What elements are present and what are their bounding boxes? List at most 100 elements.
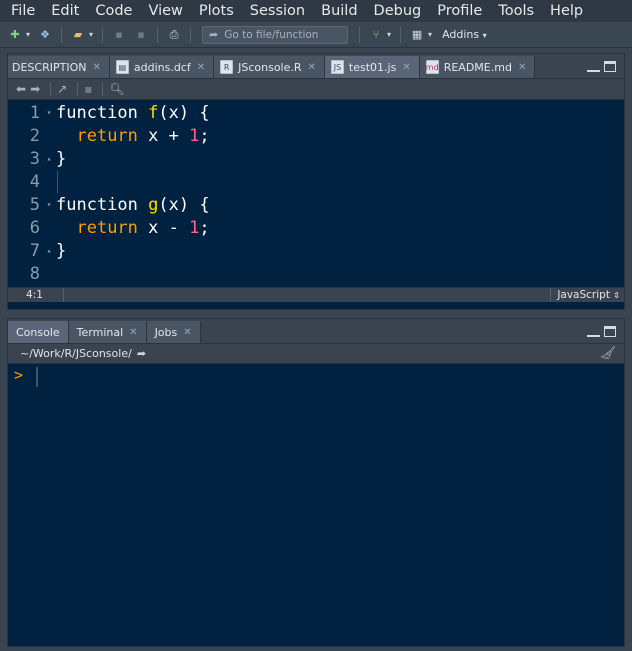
tab-label: Terminal: [76, 325, 124, 339]
toolbar-separator: [61, 26, 63, 43]
line-number: 5: [29, 194, 40, 215]
code-text: }: [56, 240, 67, 261]
line-number: 4: [29, 171, 40, 192]
line-number: 8: [29, 263, 40, 284]
new-file-dropdown-icon[interactable]: ▾: [26, 30, 30, 39]
tab-test01-js[interactable]: JS test01.js ✕: [324, 56, 420, 78]
minimize-pane-icon[interactable]: [587, 326, 600, 337]
toolbar-separator: [400, 26, 402, 43]
line-number: 3: [29, 148, 40, 169]
tab-label: test01.js: [348, 60, 397, 74]
back-arrow-icon[interactable]: ⬅: [16, 82, 26, 96]
open-dropdown-icon[interactable]: ▾: [89, 30, 93, 39]
console-prompt: >: [14, 366, 24, 384]
tab-jobs[interactable]: Jobs ✕: [146, 321, 201, 343]
print-icon[interactable]: ⎙: [165, 27, 183, 43]
go-to-placeholder: Go to file/function: [224, 28, 319, 41]
forward-arrow-icon[interactable]: ➡: [30, 82, 40, 96]
maximize-pane-icon[interactable]: [604, 326, 616, 337]
close-icon[interactable]: ✕: [92, 62, 100, 73]
go-to-dir-icon[interactable]: ➦: [137, 347, 146, 360]
console-output[interactable]: >: [8, 364, 624, 624]
code-line: 2 return x + 1;: [8, 124, 624, 147]
file-icon: ▤: [115, 60, 129, 74]
source-editor-pane: DESCRIPTION ✕ ▤ addins.dcf ✕ R JSconsole…: [7, 53, 625, 310]
menu-session[interactable]: Session: [250, 0, 305, 22]
show-in-window-icon[interactable]: ↗: [57, 82, 67, 96]
menu-tools[interactable]: Tools: [498, 0, 534, 22]
menu-plots[interactable]: Plots: [199, 0, 234, 22]
clear-console-icon[interactable]: 🧹︎: [599, 346, 616, 361]
close-icon[interactable]: ✕: [518, 62, 526, 73]
pane-controls: [587, 61, 616, 72]
go-to-arrow-icon: ➦: [209, 28, 219, 41]
menu-view[interactable]: View: [148, 0, 182, 22]
tab-label: Console: [16, 325, 60, 339]
menu-build[interactable]: Build: [321, 0, 357, 22]
new-project-icon[interactable]: ❖: [36, 27, 54, 43]
close-icon[interactable]: ✕: [197, 62, 205, 73]
fold-arrow-icon[interactable]: ▾: [42, 200, 56, 209]
line-number: 1: [29, 102, 40, 123]
tab-jsconsole-r[interactable]: R JSconsole.R ✕: [214, 56, 325, 78]
tab-addins-dcf[interactable]: ▤ addins.dcf ✕: [109, 56, 215, 78]
close-icon[interactable]: ✕: [183, 327, 191, 338]
updown-icon: ⇕: [613, 290, 620, 300]
git-icon[interactable]: ⑂: [367, 27, 385, 43]
pane-controls: [587, 326, 616, 337]
grid-layout-icon[interactable]: ▦: [408, 27, 426, 43]
save-icon[interactable]: ▪: [84, 82, 92, 96]
close-icon[interactable]: ✕: [308, 62, 316, 73]
menu-debug[interactable]: Debug: [374, 0, 422, 22]
js-file-icon: JS: [330, 60, 344, 74]
code-line: 4: [8, 170, 624, 193]
git-dropdown-icon[interactable]: ▾: [387, 30, 391, 39]
editor-status-bar: 4:1 JavaScript ⇕: [8, 287, 624, 302]
maximize-pane-icon[interactable]: [604, 61, 616, 72]
language-label: JavaScript: [557, 289, 610, 301]
r-file-icon: R: [220, 60, 234, 74]
close-icon[interactable]: ✕: [402, 62, 410, 73]
fold-end-icon[interactable]: ▴: [42, 154, 56, 163]
tab-terminal[interactable]: Terminal ✕: [68, 321, 147, 343]
code-line: 6 return x - 1;: [8, 216, 624, 239]
console-pane: Console Terminal ✕ Jobs ✕ ~/Work/R/JScon…: [7, 318, 625, 647]
toolbar-separator: [157, 26, 159, 43]
go-to-file-input[interactable]: ➦ Go to file/function: [202, 25, 349, 44]
code-editor[interactable]: 1 ▾ function f(x) { 2 return x + 1; 3 ▴ …: [8, 100, 624, 287]
console-working-dir: ~/Work/R/JSconsole/ ➦ 🧹︎: [8, 344, 624, 364]
save-all-icon[interactable]: ▪: [132, 27, 150, 43]
tab-console[interactable]: Console: [8, 321, 69, 343]
tab-description[interactable]: DESCRIPTION ✕: [8, 56, 110, 78]
working-dir-path: ~/Work/R/JSconsole/: [20, 347, 132, 360]
menu-bar: File Edit Code View Plots Session Build …: [0, 0, 632, 22]
tab-readme-md[interactable]: md README.md ✕: [419, 56, 536, 78]
fold-arrow-icon[interactable]: ▾: [42, 108, 56, 117]
new-file-icon[interactable]: ✚: [6, 27, 24, 43]
search-icon[interactable]: 🔍︎: [109, 82, 124, 96]
addins-dropdown-icon: ▾: [482, 31, 487, 40]
code-line: 1 ▾ function f(x) {: [8, 101, 624, 124]
menu-code[interactable]: Code: [95, 0, 132, 22]
line-number: 7: [29, 240, 40, 261]
open-folder-icon[interactable]: ▰: [69, 27, 87, 43]
close-icon[interactable]: ✕: [129, 327, 137, 338]
menu-edit[interactable]: Edit: [51, 0, 79, 22]
code-text: function g(x) {: [56, 194, 210, 215]
addins-menu[interactable]: Addins ▾: [442, 28, 487, 41]
menu-profile[interactable]: Profile: [437, 0, 482, 22]
save-icon[interactable]: ▪: [110, 27, 128, 43]
toolbar-separator: [77, 82, 79, 96]
menu-help[interactable]: Help: [550, 0, 583, 22]
minimize-pane-icon[interactable]: [587, 61, 600, 72]
console-tab-bar: Console Terminal ✕ Jobs ✕: [8, 319, 624, 344]
toolbar-separator: [102, 26, 104, 43]
fold-end-icon[interactable]: ▴: [42, 246, 56, 255]
code-text: return x + 1;: [76, 125, 210, 146]
editor-toolbar: ⬅ ➡ ↗ ▪ 🔍︎: [8, 79, 624, 100]
toolbar-separator: [50, 82, 52, 96]
language-selector[interactable]: JavaScript ⇕: [550, 288, 620, 302]
layout-dropdown-icon[interactable]: ▾: [428, 30, 432, 39]
menu-file[interactable]: File: [11, 0, 35, 22]
tab-label: README.md: [443, 60, 512, 74]
